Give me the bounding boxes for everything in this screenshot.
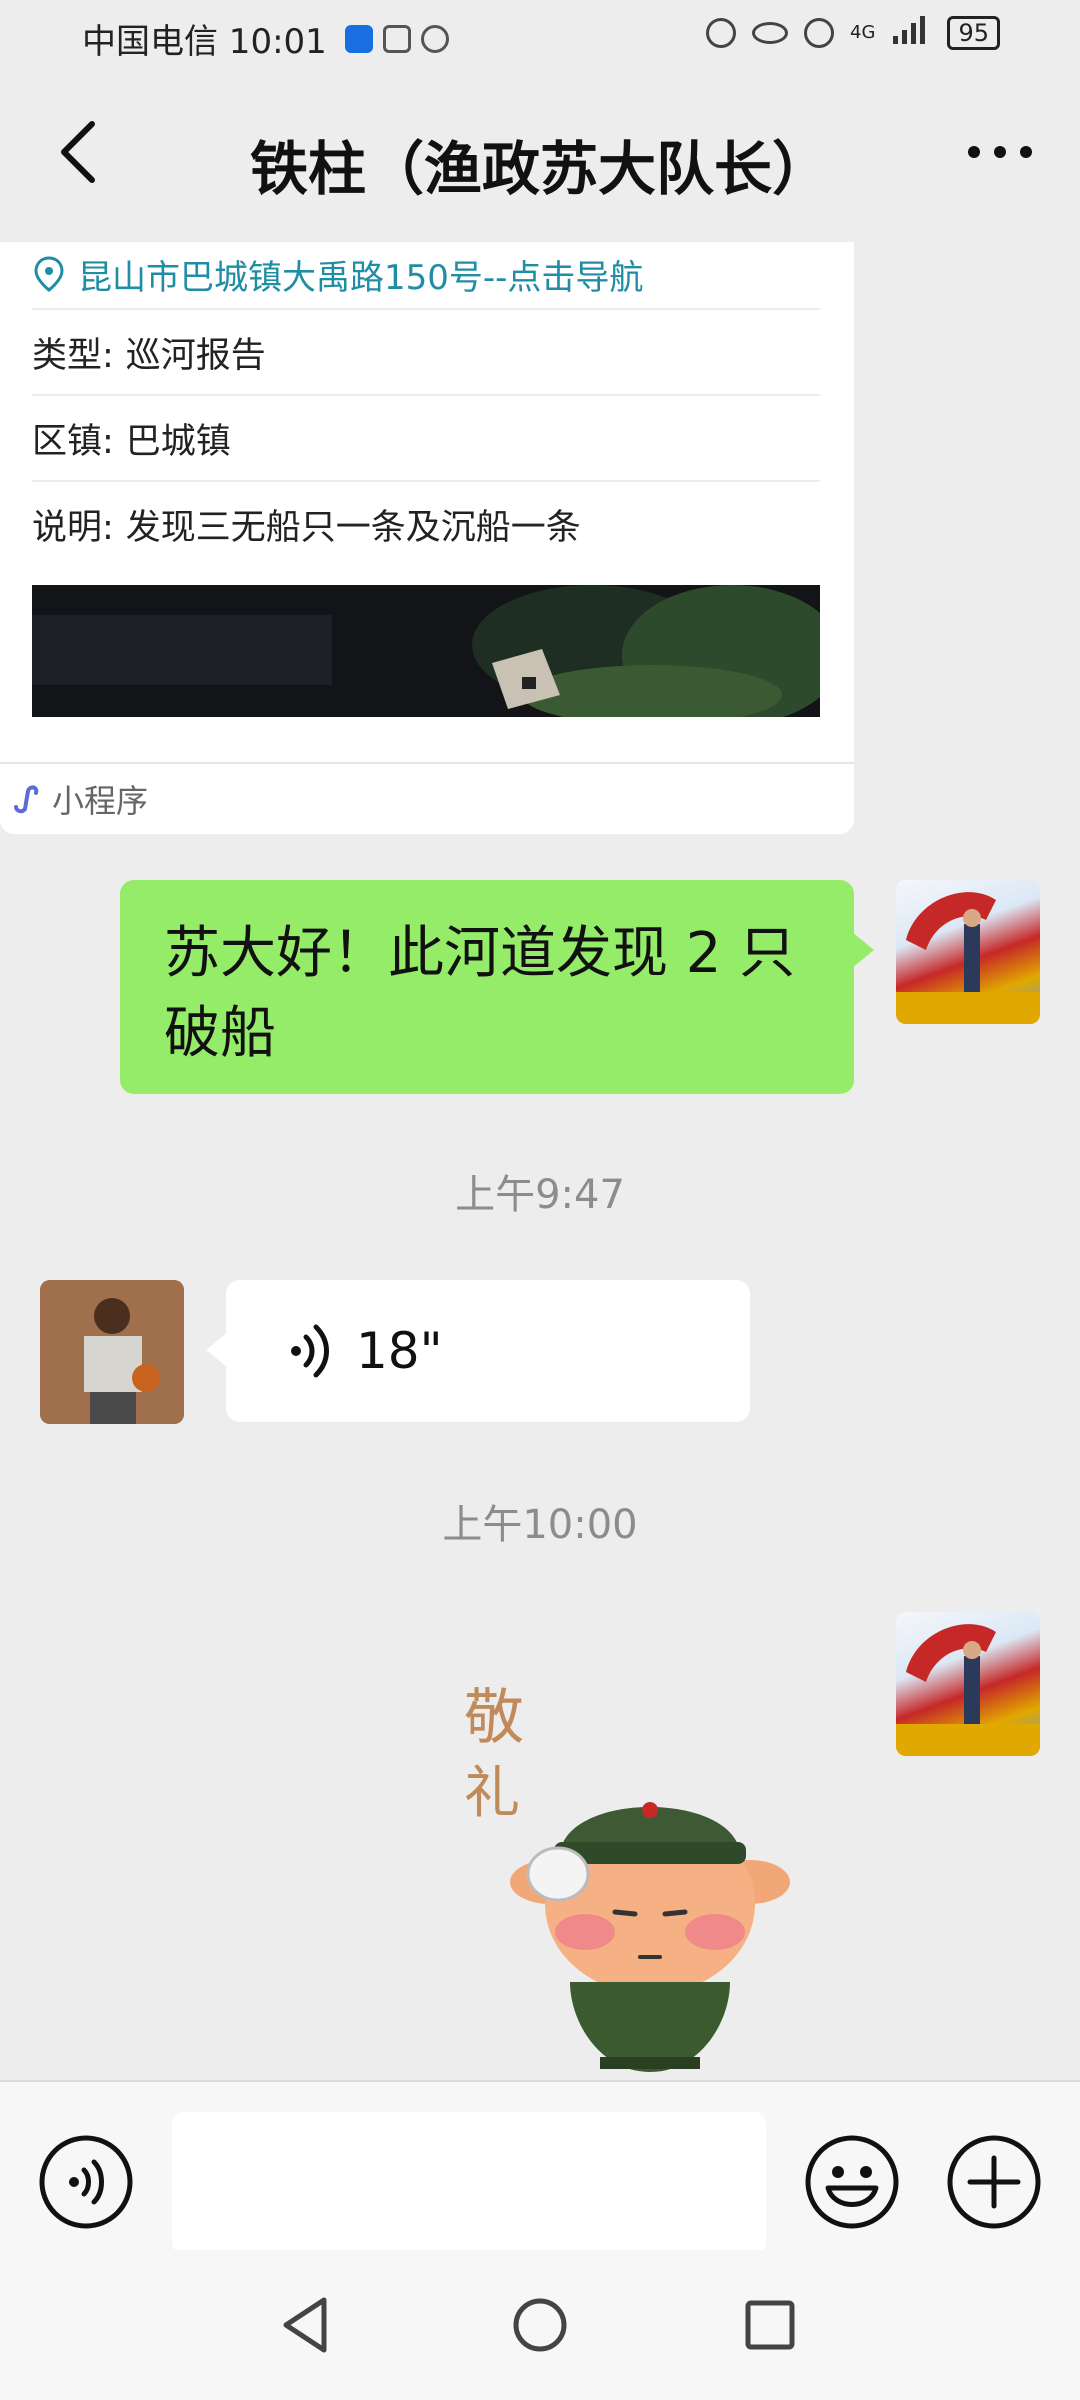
- row-value: 巡河报告: [125, 335, 266, 376]
- voice-toggle-icon: [39, 2135, 133, 2229]
- carrier-time: 中国电信 10:01: [82, 22, 327, 62]
- info-row-type: 类型: 巡河报告: [32, 308, 820, 394]
- notification-icons: [344, 24, 449, 53]
- circle-home-icon: [513, 2298, 567, 2352]
- timestamp: 上午9:47: [455, 1172, 625, 1218]
- contact-avatar[interactable]: [40, 1280, 184, 1424]
- voice-wave-icon: [291, 1324, 329, 1378]
- more-dots-icon: [968, 146, 1032, 158]
- triangle-back-icon: [283, 2297, 327, 2353]
- sent-text-message[interactable]: 苏大好！此河道发现 2 只破船: [120, 880, 874, 1094]
- mini-program-label: 小程序: [52, 782, 149, 820]
- link-icon: [382, 24, 411, 53]
- signal-icon: [891, 14, 931, 51]
- mini-program-footer: 小程序: [0, 762, 854, 834]
- message-input[interactable]: [172, 2112, 766, 2254]
- mini-program-icon: [14, 785, 39, 814]
- svg-text:礼: 礼: [464, 1761, 520, 1826]
- system-home-button[interactable]: [505, 2290, 575, 2360]
- chat-message-list[interactable]: 昆山市巴城镇大禹路150号--点击导航 类型: 巡河报告 区镇: 巴城镇 说明:…: [0, 242, 1080, 2080]
- input-bar: [0, 2080, 1080, 2254]
- report-photo[interactable]: [32, 585, 820, 717]
- row-label: 说明:: [32, 507, 114, 548]
- self-avatar[interactable]: [896, 1612, 1040, 1756]
- row-value: 巴城镇: [125, 421, 231, 462]
- chat-title: 铁柱（渔政苏大队长）: [249, 135, 830, 203]
- status-bar: 中国电信 10:01 4G 95: [0, 0, 1080, 72]
- message-text: 苏大好！此河道发现 2 只破船: [164, 921, 796, 1066]
- address-text: 昆山市巴城镇大禹路150号--点击导航: [78, 257, 644, 298]
- plus-icon: [947, 2135, 1041, 2229]
- salute-sticker[interactable]: 敬 礼: [450, 1642, 830, 2072]
- location-pin-icon: [34, 256, 64, 292]
- alarm-icon: [420, 24, 449, 53]
- row-value: 发现三无船只一条及沉船一条: [125, 507, 581, 548]
- row-label: 区镇:: [32, 421, 114, 462]
- system-back-button[interactable]: [272, 2290, 342, 2360]
- battery-indicator: 95: [947, 15, 1000, 50]
- info-row-description: 说明: 发现三无船只一条及沉船一条: [32, 480, 820, 566]
- voice-message[interactable]: 18": [206, 1280, 750, 1422]
- network-label: 4G: [850, 22, 876, 43]
- info-row-district: 区镇: 巴城镇: [32, 394, 820, 480]
- eye-icon: [752, 21, 789, 44]
- more-actions-button[interactable]: [946, 2134, 1042, 2230]
- chat-header: 铁柱（渔政苏大队长）: [0, 72, 1080, 242]
- square-recents-icon: [745, 2300, 795, 2350]
- alarm-clock-icon: [804, 17, 835, 48]
- svg-text:敬: 敬: [464, 1683, 524, 1753]
- more-options-button[interactable]: [960, 122, 1040, 182]
- status-right: 4G 95: [706, 14, 1000, 51]
- status-left: 中国电信 10:01: [82, 14, 449, 63]
- voice-input-button[interactable]: [38, 2134, 134, 2230]
- row-label: 类型:: [32, 335, 114, 376]
- hd-icon: [706, 17, 737, 48]
- lightbulb-icon: [344, 24, 373, 53]
- system-navigation-bar: [0, 2250, 1080, 2400]
- emoji-button[interactable]: [804, 2134, 900, 2230]
- address-link[interactable]: 昆山市巴城镇大禹路150号--点击导航: [34, 242, 643, 306]
- system-recents-button[interactable]: [735, 2290, 805, 2360]
- timestamp: 上午10:00: [442, 1502, 638, 1548]
- mini-program-card[interactable]: 昆山市巴城镇大禹路150号--点击导航 类型: 巡河报告 区镇: 巴城镇 说明:…: [0, 242, 854, 834]
- voice-duration: 18": [356, 1322, 443, 1380]
- self-avatar[interactable]: [896, 880, 1040, 1024]
- smiley-icon: [805, 2135, 899, 2229]
